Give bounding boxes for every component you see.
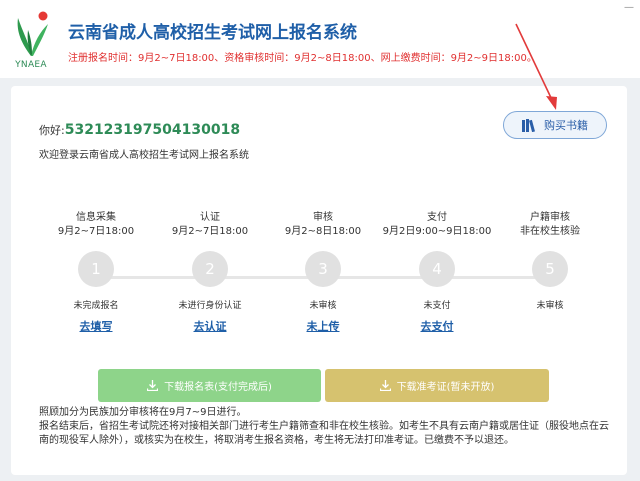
step-status: 未支付	[423, 301, 451, 311]
greeting: 你好:532123197504130018	[39, 122, 240, 138]
window-controls: —	[624, 2, 634, 13]
header: YNAEA 云南省成人高校招生考试网上报名系统 注册报名时间：9月2~7日18:…	[0, 0, 640, 78]
step-household-review: 户籍审核 非在校生核验 5 未审核	[490, 211, 610, 332]
not-uploaded-link[interactable]: 未上传	[263, 318, 383, 333]
step-number: 4	[419, 251, 455, 287]
download-icon	[147, 380, 159, 391]
step-number: 3	[305, 251, 341, 287]
logo-text: YNAEA	[15, 60, 47, 70]
greeting-label: 你好:	[39, 124, 65, 137]
note-line: 照顾加分为民族加分审核将在9月7~9日进行。	[39, 407, 247, 418]
buy-books-button[interactable]: 购买书籍	[503, 111, 607, 139]
schedule-notice: 注册报名时间：9月2~7日18:00、资格审核时间：9月2~8日18:00、网上…	[68, 53, 537, 64]
progress-steps: 信息采集 9月2~7日18:00 1 未完成报名 去填写 认证 9月2~7日18…	[11, 211, 627, 351]
download-ticket-label: 下载准考证(暂未开放)	[396, 382, 495, 393]
step-time: 9月2~7日18:00	[57, 226, 135, 237]
note-line: 报名结束后，省招生考试院还将对接相关部门进行考生户籍筛查和非在校生核验。如考生不…	[39, 421, 609, 446]
download-form-button[interactable]: 下载报名表(支付完成后)	[98, 369, 321, 402]
step-verification: 认证 9月2~7日18:00 2 未进行身份认证 去认证	[150, 211, 270, 333]
user-id: 532123197504130018	[64, 122, 241, 138]
step-name: 户籍审核	[530, 212, 570, 223]
step-status: 未审核	[309, 301, 337, 311]
step-number: 2	[192, 251, 228, 287]
step-name: 审核	[313, 212, 333, 223]
step-status: 未进行身份认证	[178, 301, 242, 311]
main-card: 你好:532123197504130018 欢迎登录云南省成人高校招生考试网上报…	[11, 86, 627, 475]
logo-emblem-icon	[17, 11, 48, 56]
step-time: 9月2~8日18:00	[284, 226, 362, 237]
step-number: 1	[78, 251, 114, 287]
ynaea-logo: YNAEA	[8, 8, 54, 74]
step-name: 支付	[427, 212, 447, 223]
notes: 照顾加分为民族加分审核将在9月7~9日进行。 报名结束后，省招生考试院还将对接相…	[39, 406, 611, 448]
step-status: 未完成报名	[73, 301, 119, 311]
step-name: 认证	[200, 212, 220, 223]
step-payment: 支付 9月2日9:00~9日18:00 4 未支付 去支付	[377, 211, 497, 333]
books-icon	[522, 118, 536, 132]
welcome-text: 欢迎登录云南省成人高校招生考试网上报名系统	[39, 150, 249, 161]
step-action	[490, 318, 610, 332]
step-time: 9月2~7日18:00	[171, 226, 249, 237]
step-review: 审核 9月2~8日18:00 3 未审核 未上传	[263, 211, 383, 333]
buy-books-label: 购买书籍	[544, 119, 588, 132]
download-icon	[379, 380, 391, 391]
pay-link[interactable]: 去支付	[377, 318, 497, 333]
step-number: 5	[532, 251, 568, 287]
step-name: 信息采集	[76, 212, 116, 223]
verify-link[interactable]: 去认证	[150, 318, 270, 333]
minimize-icon[interactable]: —	[624, 2, 634, 13]
step-time: 9月2日9:00~9日18:00	[382, 226, 492, 237]
step-status: 未审核	[536, 301, 564, 311]
step-time: 非在校生核验	[520, 226, 580, 237]
download-ticket-button[interactable]: 下载准考证(暂未开放)	[325, 369, 549, 402]
site-title: 云南省成人高校招生考试网上报名系统	[68, 23, 357, 43]
step-info-collection: 信息采集 9月2~7日18:00 1 未完成报名 去填写	[36, 211, 156, 333]
download-form-label: 下载报名表(支付完成后)	[164, 382, 272, 393]
fill-in-link[interactable]: 去填写	[36, 318, 156, 333]
